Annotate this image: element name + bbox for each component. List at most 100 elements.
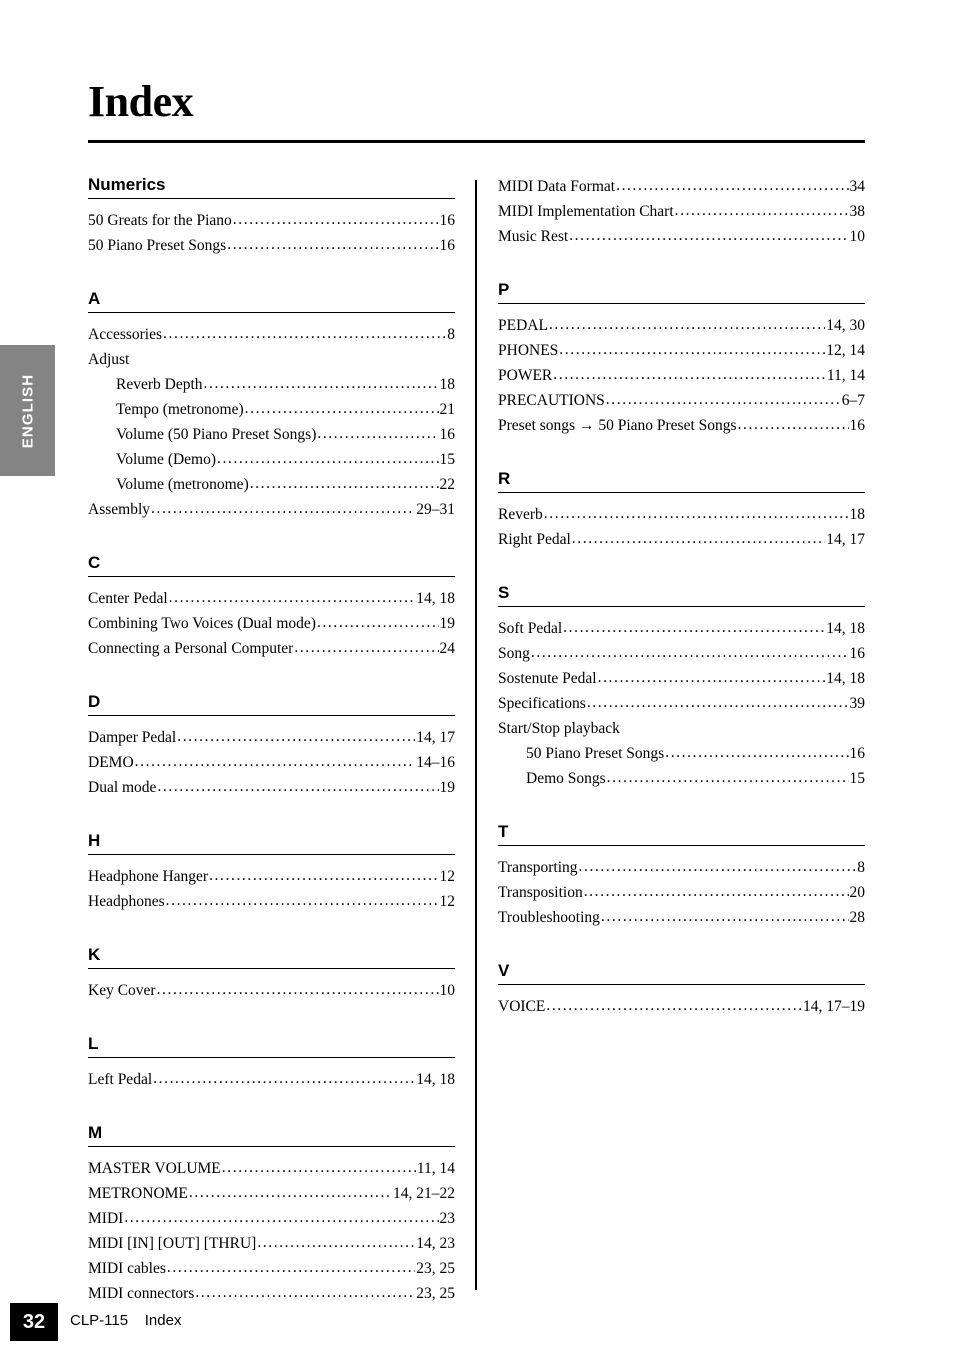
- index-entry-page-number: 16: [439, 426, 456, 443]
- index-entry-dot-leader: [166, 888, 439, 913]
- index-entry[interactable]: Key Cover 10: [88, 978, 455, 1003]
- index-entry[interactable]: POWER 11, 14: [498, 363, 865, 388]
- index-entry[interactable]: Right Pedal 14, 17: [498, 527, 865, 552]
- index-entry-page-number: 14, 18: [826, 620, 865, 637]
- index-entry-label: Reverb Depth: [116, 376, 203, 393]
- index-entry[interactable]: Reverb 18: [498, 502, 865, 527]
- index-entry-label: Accessories: [88, 326, 163, 343]
- index-entry[interactable]: Assembly 29–31: [88, 497, 455, 522]
- index-entry[interactable]: Volume (metronome) 22: [88, 472, 455, 497]
- index-entry[interactable]: Demo Songs 15: [498, 766, 865, 791]
- column-divider: [475, 180, 477, 1290]
- index-entry[interactable]: DEMO 14–16: [88, 750, 455, 775]
- section-heading: Numerics: [88, 175, 166, 194]
- index-entry-dot-leader: [601, 904, 849, 929]
- index-entry[interactable]: Sostenute Pedal 14, 18: [498, 666, 865, 691]
- footer-page-number: 32: [22, 1310, 46, 1333]
- index-entry-page-number: 29–31: [416, 501, 455, 518]
- index-entry[interactable]: Damper Pedal 14, 17: [88, 725, 455, 750]
- index-entry-label: Preset songs → 50 Piano Preset Songs: [498, 417, 737, 434]
- section-heading: P: [498, 280, 510, 299]
- index-entry-label: Volume (50 Piano Preset Songs): [116, 426, 317, 443]
- title-divider-rule: [88, 140, 865, 143]
- index-column-left: Numerics 50 Greats for the Piano1650 Pian…: [88, 174, 455, 1306]
- index-entry[interactable]: METRONOME 14, 21–22: [88, 1181, 455, 1206]
- index-entry[interactable]: PRECAUTIONS 6–7: [498, 388, 865, 413]
- index-entry-dot-leader: [257, 1230, 415, 1255]
- index-entry-label: Right Pedal: [498, 531, 571, 548]
- index-entry-dot-leader: [559, 337, 825, 362]
- index-entry-dot-leader: [153, 1066, 415, 1091]
- index-entry[interactable]: Transposition 20: [498, 880, 865, 905]
- index-entry-dot-leader: [209, 863, 438, 888]
- index-entry[interactable]: Left Pedal 14, 18: [88, 1067, 455, 1092]
- index-entry[interactable]: Accessories 8: [88, 322, 455, 347]
- index-entry-page-number: 14, 17: [416, 729, 455, 746]
- index-section: P PEDAL 14, 30 PHONES 12, 14 POWER 11, 14 PRECA…: [498, 249, 865, 438]
- index-entry-dot-leader: [204, 371, 439, 396]
- index-entry[interactable]: Volume (50 Piano Preset Songs) 16: [88, 422, 455, 447]
- index-entry[interactable]: Preset songs → 50 Piano Preset Songs 16: [498, 413, 865, 438]
- index-entry[interactable]: 50 Piano Preset Songs 16: [498, 741, 865, 766]
- index-entry-page-number: 14, 30: [826, 317, 865, 334]
- index-entry[interactable]: Reverb Depth 18: [88, 372, 455, 397]
- index-entry[interactable]: Headphone Hanger 12: [88, 864, 455, 889]
- index-entry-page-number: 23, 25: [416, 1285, 455, 1302]
- index-entry[interactable]: VOICE 14, 17–19: [498, 994, 865, 1019]
- index-entry[interactable]: 50 Piano Preset Songs 16: [88, 233, 455, 258]
- index-entry[interactable]: Tempo (metronome) 21: [88, 397, 455, 422]
- section-rule: [498, 492, 865, 493]
- index-entry-dot-leader: [189, 1180, 392, 1205]
- section-rule: [88, 198, 455, 199]
- index-entry-dot-leader: [233, 207, 439, 232]
- index-entry[interactable]: MIDI Data Format 34: [498, 174, 865, 199]
- index-entry[interactable]: MIDI Implementation Chart 38: [498, 199, 865, 224]
- index-entry[interactable]: MIDI connectors 23, 25: [88, 1281, 455, 1306]
- index-entry[interactable]: Dual mode 19: [88, 775, 455, 800]
- section-heading: S: [498, 583, 510, 602]
- index-entry[interactable]: Center Pedal 14, 18: [88, 586, 455, 611]
- index-entry-dot-leader: [167, 1255, 415, 1280]
- index-entry-dot-leader: [163, 321, 446, 346]
- index-entry[interactable]: Volume (Demo) 15: [88, 447, 455, 472]
- index-entry[interactable]: Troubleshooting 28: [498, 905, 865, 930]
- index-entry[interactable]: Transporting 8: [498, 855, 865, 880]
- index-entry[interactable]: MIDI [IN] [OUT] [THRU] 14, 23: [88, 1231, 455, 1256]
- index-section: H Headphone Hanger 12 Headphones 12: [88, 800, 455, 914]
- index-entry-label: Specifications: [498, 695, 586, 712]
- index-entry-dot-leader: [531, 640, 849, 665]
- index-entry[interactable]: MIDI 23: [88, 1206, 455, 1231]
- index-entry-label: POWER: [498, 367, 553, 384]
- index-entry[interactable]: 50 Greats for the Piano 16: [88, 208, 455, 233]
- index-entry-label: Music Rest: [498, 228, 569, 245]
- index-entry[interactable]: Adjust: [88, 347, 455, 372]
- index-section: Numerics 50 Greats for the Piano1650 Pian…: [88, 174, 455, 258]
- index-entry[interactable]: Soft Pedal 14, 18: [498, 616, 865, 641]
- index-entry[interactable]: PEDAL 14, 30: [498, 313, 865, 338]
- index-entry-label: MIDI connectors: [88, 1285, 195, 1302]
- index-entry-label: MASTER VOLUME: [88, 1160, 221, 1177]
- index-section: K Key Cover 10: [88, 914, 455, 1003]
- index-entry[interactable]: Song 16: [498, 641, 865, 666]
- index-entry[interactable]: Headphones 12: [88, 889, 455, 914]
- index-entry[interactable]: Connecting a Personal Computer 24: [88, 636, 455, 661]
- index-entry[interactable]: Music Rest 10: [498, 224, 865, 249]
- index-entry-dot-leader: [584, 879, 849, 904]
- index-section: S Soft Pedal 14, 18 Song 16 Sostenute Pedal 14…: [498, 552, 865, 791]
- index-entry[interactable]: MASTER VOLUME 11, 14: [88, 1156, 455, 1181]
- index-entry[interactable]: Start/Stop playback: [498, 716, 865, 741]
- index-entry[interactable]: MIDI cables 23, 25: [88, 1256, 455, 1281]
- index-section: C Center Pedal 14, 18 Combining Two Voices …: [88, 522, 455, 661]
- index-entry[interactable]: Specifications 39: [498, 691, 865, 716]
- index-entry-dot-leader: [553, 362, 826, 387]
- index-entry-label: 50 Piano Preset Songs: [526, 745, 665, 762]
- index-entry-dot-leader: [738, 412, 849, 437]
- index-entry[interactable]: PHONES 12, 14: [498, 338, 865, 363]
- index-entry[interactable]: Combining Two Voices (Dual mode) 19: [88, 611, 455, 636]
- section-heading: V: [498, 961, 510, 980]
